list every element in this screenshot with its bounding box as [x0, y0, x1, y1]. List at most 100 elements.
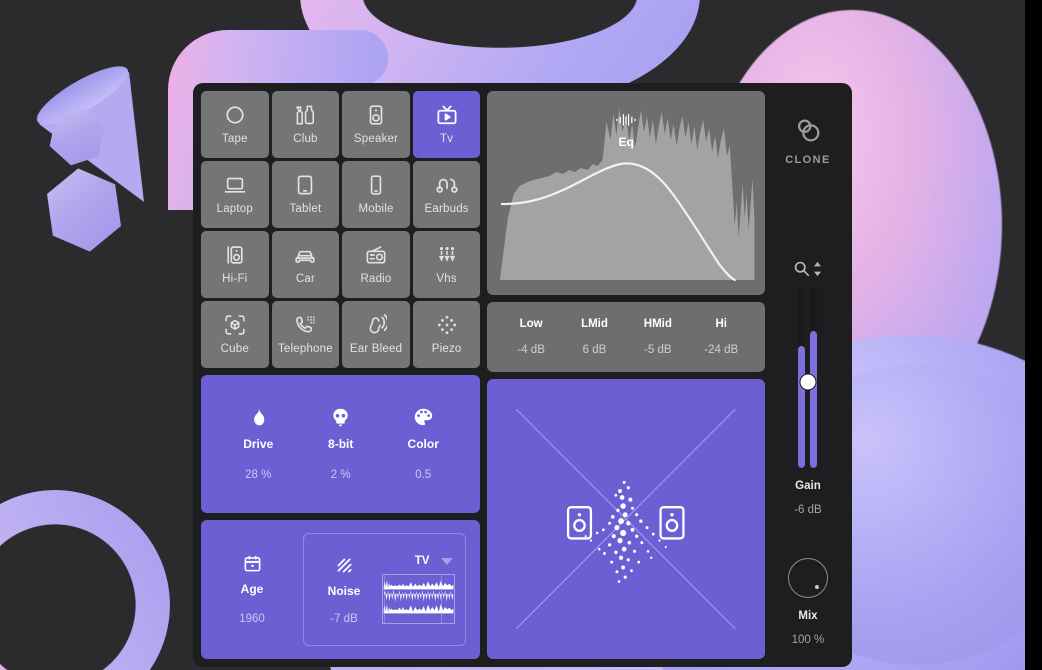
eq-band-hi[interactable]: Hi -24 dB — [696, 318, 746, 356]
mix-knob[interactable] — [787, 558, 828, 598]
ear-icon — [365, 313, 388, 336]
preset-label: Tape — [221, 132, 248, 145]
preset-label: Club — [293, 132, 318, 145]
noise-waveform[interactable] — [382, 574, 456, 625]
gain-control[interactable]: Gain -6 dB — [794, 288, 822, 516]
preset-label: Tv — [440, 132, 454, 145]
noise-source-selector[interactable]: TV — [415, 555, 456, 567]
circle-icon — [224, 104, 246, 126]
drive-control[interactable]: Drive 28 % — [227, 407, 289, 481]
preset-label: Car — [295, 272, 315, 285]
preset-button-vhs[interactable]: Vhs — [412, 230, 481, 298]
preset-label: Mobile — [358, 202, 394, 215]
flame-icon — [248, 407, 269, 428]
preset-grid: Tape Club Speaker Tv Laptop Tablet Mobile Earbu… — [201, 91, 481, 368]
decorative-ring-shape — [0, 490, 170, 670]
decorative-cone-shape — [38, 72, 190, 228]
preset-button-mobile[interactable]: Mobile — [342, 160, 410, 228]
eq-band-label: LMid — [581, 318, 608, 330]
cube-icon — [224, 314, 246, 336]
noise-value: -7 dB — [330, 612, 358, 625]
eq-band-label: Hi — [715, 318, 727, 330]
noise-sample: TV — [382, 555, 456, 625]
mix-control[interactable]: Mix 100 % — [787, 558, 828, 646]
noise-module: Noise -7 dB TV — [303, 533, 467, 647]
mix-label: Mix — [798, 610, 818, 622]
chevron-down-icon[interactable] — [441, 557, 454, 565]
eq-band-value: -5 dB — [644, 344, 672, 356]
preset-label: Laptop — [216, 202, 253, 215]
color-value: 0.5 — [415, 468, 432, 481]
preset-button-telephone[interactable]: Telephone — [271, 300, 340, 368]
preset-label: Hi-Fi — [222, 272, 248, 285]
preset-label: Speaker — [353, 132, 399, 145]
updown-arrows-icon — [813, 261, 822, 277]
fx-card: Drive 28 % 8-bit 2 % Color 0.5 — [201, 374, 481, 514]
noise-source-label: TV — [414, 555, 430, 568]
zoom-control[interactable] — [793, 260, 822, 277]
preset-button-hi-fi[interactable]: Hi-Fi — [201, 230, 269, 298]
palette-icon — [413, 407, 434, 428]
screen: Tape Club Speaker Tv Laptop Tablet Mobile Earbu… — [0, 0, 1042, 670]
hatch-icon — [334, 555, 355, 576]
eq-band-value: -24 dB — [704, 344, 739, 356]
preset-button-club[interactable]: Club — [271, 91, 340, 158]
preset-button-tv[interactable]: Tv — [412, 91, 481, 158]
preset-button-piezo[interactable]: Piezo — [412, 300, 481, 368]
right-rail: CLONE Gain -6 dB Mix 100 % — [772, 91, 844, 659]
preset-button-tape[interactable]: Tape — [201, 91, 269, 158]
eq-band-label: HMid — [643, 318, 672, 330]
brand-logo[interactable]: CLONE — [785, 115, 831, 166]
preset-button-laptop[interactable]: Laptop — [201, 160, 269, 228]
drive-label: Drive — [243, 436, 274, 451]
speaker-icon — [365, 104, 387, 126]
gain-slider[interactable] — [795, 288, 821, 468]
bit-control[interactable]: 8-bit 2 % — [310, 407, 372, 481]
skull-icon — [330, 407, 351, 428]
eq-band-value: 6 dB — [582, 344, 607, 356]
preset-label: Vhs — [436, 272, 457, 285]
preset-button-ear-bleed[interactable]: Ear Bleed — [342, 300, 410, 368]
screen-edge — [1025, 0, 1042, 670]
laptop-icon — [224, 174, 246, 196]
vhs-icon — [436, 244, 458, 266]
bit-label: 8-bit — [328, 436, 354, 451]
color-control[interactable]: Color 0.5 — [392, 407, 454, 481]
mobile-icon — [365, 174, 387, 196]
preset-button-tablet[interactable]: Tablet — [271, 160, 340, 228]
gain-handle[interactable] — [800, 374, 816, 390]
tv-icon — [436, 104, 458, 126]
preset-button-cube[interactable]: Cube — [201, 300, 269, 368]
preset-label: Ear Bleed — [349, 342, 403, 355]
middle-column: Eq Low -4 dB LMid 6 dB HMid -5 dB Hi -24 dB — [487, 91, 765, 659]
bit-value: 2 % — [330, 468, 351, 481]
eq-bands-row: Low -4 dB LMid 6 dB HMid -5 dB Hi -24 dB — [487, 302, 765, 372]
eq-panel[interactable]: Eq — [487, 91, 765, 295]
noise-control[interactable]: Noise -7 dB — [314, 555, 374, 625]
speaker-icon-left — [567, 505, 593, 540]
eq-band-lmid[interactable]: LMid 6 dB — [569, 318, 619, 356]
age-control[interactable]: Age 1960 — [215, 554, 289, 625]
preset-label: Radio — [360, 272, 392, 285]
eq-header: Eq — [494, 112, 757, 149]
stereo-vectorscope[interactable] — [487, 379, 765, 659]
gain-value: -6 dB — [794, 504, 822, 516]
telephone-icon — [294, 314, 316, 336]
preset-button-car[interactable]: Car — [271, 230, 340, 298]
preset-button-speaker[interactable]: Speaker — [342, 91, 410, 158]
preset-button-earbuds[interactable]: Earbuds — [412, 160, 481, 228]
search-icon — [793, 260, 810, 277]
piezo-icon — [436, 314, 458, 336]
eq-band-value: -4 dB — [517, 344, 545, 356]
eq-band-low[interactable]: Low -4 dB — [506, 318, 556, 356]
preset-button-radio[interactable]: Radio — [342, 230, 410, 298]
mix-value: 100 % — [791, 634, 825, 646]
preset-label: Cube — [220, 342, 249, 355]
noise-label: Noise — [327, 583, 361, 598]
eq-band-hmid[interactable]: HMid -5 dB — [633, 318, 683, 356]
preset-label: Tablet — [289, 202, 322, 215]
preset-label: Telephone — [277, 342, 333, 355]
age-noise-card: Age 1960 Noise -7 dB TV — [201, 520, 481, 660]
mix-knob-indicator — [814, 585, 819, 589]
eq-title: Eq — [618, 135, 634, 149]
